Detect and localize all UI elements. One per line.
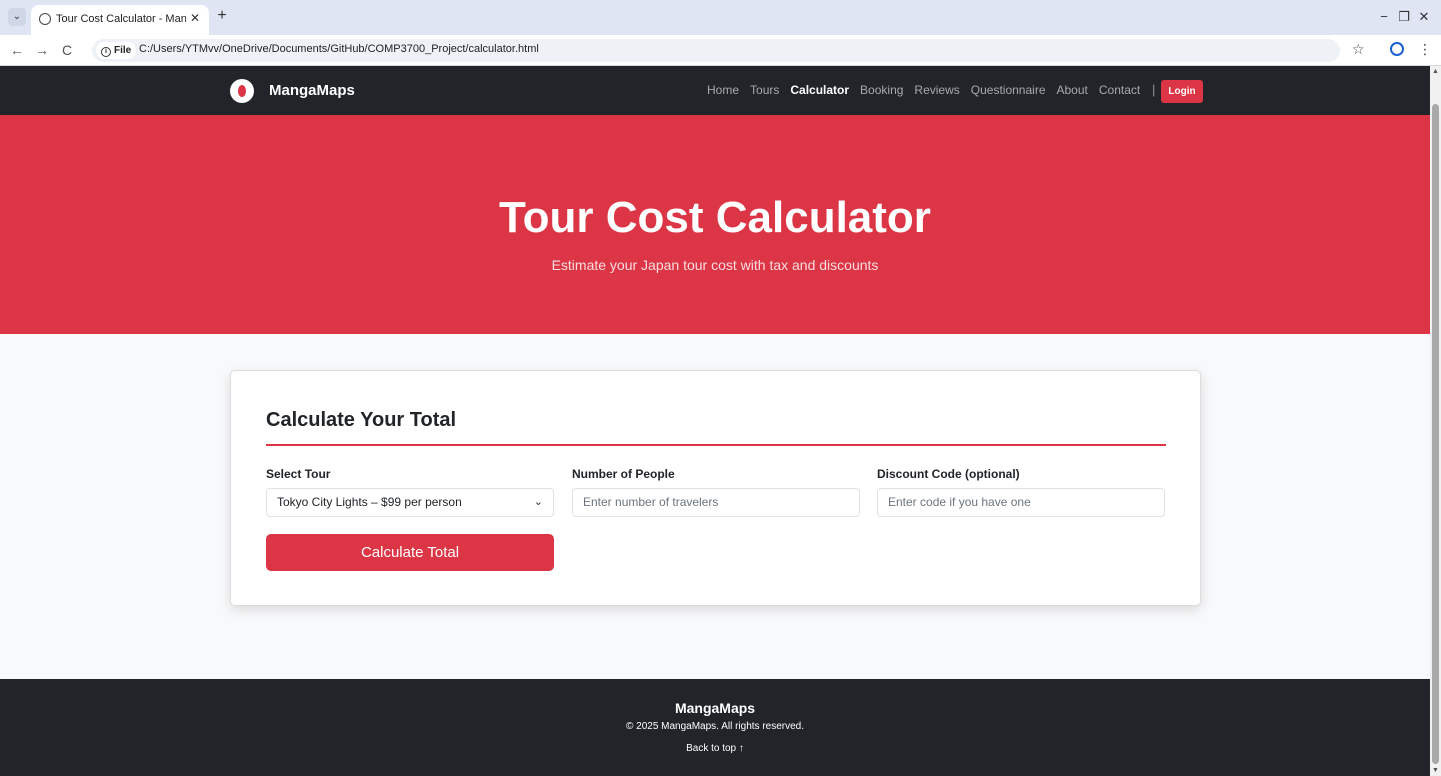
footer-copyright: © 2025 MangaMaps. All rights reserved. (625, 721, 804, 732)
nav-link-tours[interactable]: Tours (750, 83, 779, 97)
minimize-icon[interactable]: − (1374, 8, 1394, 26)
tour-select[interactable]: Tokyo City Lights – $99 per person ⌄ (266, 488, 554, 517)
profile-icon[interactable] (1390, 42, 1404, 56)
scrollbar-thumb[interactable] (1432, 104, 1439, 764)
tab-title: Tour Cost Calculator - MangaM (56, 13, 186, 25)
new-tab-button[interactable]: + (213, 7, 231, 25)
chevron-down-icon: ⌄ (533, 496, 543, 508)
scroll-up-icon[interactable]: ▲ (1432, 68, 1439, 75)
site-info-label: File (114, 45, 132, 56)
calculate-total-button[interactable]: Calculate Total (266, 534, 554, 571)
nav-link-reviews[interactable]: Reviews (914, 83, 959, 97)
site-navbar: MangaMaps Home Tours Calculator Booking … (0, 66, 1430, 115)
close-window-icon[interactable]: ✕ (1414, 8, 1434, 26)
browser-tab-bar: ⌄ Tour Cost Calculator - MangaM ✕ + − ❐ … (0, 0, 1441, 35)
login-button[interactable]: Login (1161, 80, 1203, 103)
restore-icon[interactable]: ❐ (1394, 8, 1414, 26)
tour-label: Select Tour (266, 467, 331, 481)
reload-icon[interactable]: C (58, 41, 76, 59)
card-title: Calculate Your Total (266, 409, 457, 431)
address-bar: ← → C i File C:/Users/YTMvv/OneDrive/Docu… (0, 35, 1441, 66)
title-divider (266, 444, 1166, 446)
browser-menu-icon[interactable]: ⋮ (1418, 41, 1432, 58)
forward-icon[interactable]: → (33, 41, 51, 59)
nav-link-calculator[interactable]: Calculator (790, 83, 849, 97)
nav-separator: | (1152, 82, 1156, 97)
nav-link-questionnaire[interactable]: Questionnaire (971, 83, 1046, 97)
page-subtitle: Estimate your Japan tour cost with tax a… (551, 257, 879, 273)
page-title: Tour Cost Calculator (499, 193, 931, 242)
back-icon[interactable]: ← (8, 41, 26, 59)
tour-select-value: Tokyo City Lights – $99 per person (277, 495, 462, 509)
nav-link-contact[interactable]: Contact (1099, 83, 1140, 97)
tab-search-icon[interactable]: ⌄ (8, 8, 26, 26)
hero-banner: Tour Cost Calculator Estimate your Japan… (0, 115, 1430, 334)
nav-link-about[interactable]: About (1057, 83, 1088, 97)
brand-name[interactable]: MangaMaps (269, 82, 355, 99)
url-input[interactable]: i File C:/Users/YTMvv/OneDrive/Documents/… (92, 39, 1340, 62)
discount-label: Discount Code (optional) (877, 467, 1020, 481)
close-tab-icon[interactable]: ✕ (187, 10, 203, 26)
info-icon: i (101, 47, 111, 57)
people-label: Number of People (572, 467, 675, 481)
site-info-chip[interactable]: i File (96, 42, 137, 59)
discount-code-input[interactable]: Enter code if you have one (877, 488, 1165, 517)
footer-brand: MangaMaps (674, 700, 756, 716)
scroll-down-icon[interactable]: ▼ (1432, 767, 1439, 774)
globe-icon (39, 13, 51, 25)
bookmark-star-icon[interactable]: ☆ (1352, 41, 1365, 58)
page-scrollbar[interactable]: ▲ ▼ (1430, 66, 1441, 776)
back-to-top-link[interactable]: Back to top ↑ (0, 743, 1430, 754)
page-viewport: MangaMaps Home Tours Calculator Booking … (0, 66, 1430, 776)
brand-logo-icon[interactable] (230, 79, 254, 103)
calculator-card: Calculate Your Total Select Tour Tokyo C… (230, 370, 1201, 606)
nav-link-home[interactable]: Home (707, 83, 739, 97)
nav-links: Home Tours Calculator Booking Reviews Qu… (707, 83, 1151, 97)
url-text: C:/Users/YTMvv/OneDrive/Documents/GitHub… (139, 43, 539, 55)
nav-link-booking[interactable]: Booking (860, 83, 903, 97)
site-footer: MangaMaps © 2025 MangaMaps. All rights r… (0, 679, 1430, 776)
browser-tab[interactable]: Tour Cost Calculator - MangaM ✕ (31, 5, 209, 35)
people-input[interactable]: Enter number of travelers (572, 488, 860, 517)
